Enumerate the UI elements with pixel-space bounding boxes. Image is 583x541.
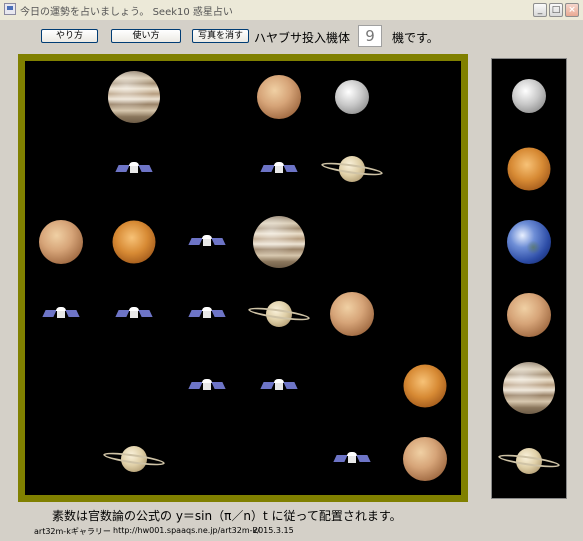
venus-icon	[507, 147, 551, 191]
board-cell[interactable]	[243, 206, 316, 278]
probe-count-suffix: 機です。	[392, 31, 439, 45]
board-cell[interactable]	[98, 206, 171, 278]
board-cell[interactable]	[98, 350, 171, 422]
saturn-icon	[492, 425, 566, 498]
hayabusa-probe-icon	[188, 307, 226, 321]
hayabusa-probe-icon	[115, 307, 153, 321]
earth-icon	[507, 219, 551, 264]
board-cell[interactable]	[25, 350, 98, 422]
hayabusa-probe-icon	[188, 379, 226, 393]
board-cell[interactable]	[170, 278, 243, 350]
board-cell[interactable]	[170, 206, 243, 278]
board-cell[interactable]	[388, 350, 461, 422]
venus-icon	[112, 220, 156, 264]
mars-icon	[402, 436, 447, 481]
hayabusa-probe-icon	[260, 379, 298, 393]
board-cell[interactable]	[316, 133, 389, 205]
mars-icon	[507, 293, 551, 338]
jupiter-icon	[503, 362, 555, 415]
board-cell[interactable]	[25, 278, 98, 350]
board-cell[interactable]	[98, 61, 171, 133]
side-panel-slot[interactable]	[492, 132, 566, 205]
side-panel-slot[interactable]	[492, 425, 566, 498]
board-cell[interactable]	[170, 350, 243, 422]
board-cell[interactable]	[170, 133, 243, 205]
board-cell[interactable]	[243, 61, 316, 133]
saturn-icon	[316, 133, 389, 205]
board-cell[interactable]	[316, 423, 389, 495]
board-cell[interactable]	[388, 133, 461, 205]
planet-side-panel[interactable]	[491, 58, 567, 499]
gallery-credit: art32m-kギャラリー	[34, 527, 111, 536]
mars-icon	[257, 75, 302, 120]
probe-count-field[interactable]: 9	[358, 25, 382, 47]
title-bar: 今日の運勢を占いましょう。 Seek10 惑星占い _ □ ×	[0, 0, 583, 20]
board-cell[interactable]	[388, 61, 461, 133]
hayabusa-probe-icon	[260, 162, 298, 176]
board-cell[interactable]	[170, 61, 243, 133]
close-button[interactable]: ×	[565, 3, 579, 17]
board-cell[interactable]	[388, 206, 461, 278]
saturn-icon	[98, 423, 171, 495]
hayabusa-probe-icon	[115, 162, 153, 176]
hayabusa-probe-icon	[188, 234, 226, 249]
mercury-icon	[334, 80, 369, 115]
app-icon	[4, 3, 16, 15]
hayabusa-probe-icon	[42, 307, 80, 321]
board-cell[interactable]	[25, 61, 98, 133]
board-cell[interactable]	[243, 278, 316, 350]
usage-button[interactable]: 使い方	[111, 29, 181, 43]
maximize-button[interactable]: □	[549, 3, 563, 17]
gallery-url-link[interactable]: http://hw001.spaaqs.ne.jp/art32m-k/	[113, 526, 260, 535]
window-title: 今日の運勢を占いましょう。 Seek10 惑星占い	[20, 7, 233, 18]
board-cell[interactable]	[243, 423, 316, 495]
jupiter-icon	[253, 215, 306, 268]
saturn-icon	[243, 278, 316, 350]
side-panel-slot[interactable]	[492, 279, 566, 352]
board-cell[interactable]	[170, 423, 243, 495]
hayabusa-probe-icon	[333, 451, 371, 466]
mars-icon	[329, 292, 374, 337]
board-cell[interactable]	[316, 206, 389, 278]
board-cell[interactable]	[388, 278, 461, 350]
clear-photos-button[interactable]: 写真を消す	[192, 29, 249, 43]
credit-date: 2015.3.15	[253, 526, 294, 535]
formula-caption: 素数は官数論の公式の y＝sin（π／n）t に従って配置されます。	[52, 509, 402, 523]
board-cell[interactable]	[25, 206, 98, 278]
board-cell[interactable]	[316, 61, 389, 133]
board-cell[interactable]	[316, 278, 389, 350]
howto-button[interactable]: やり方	[41, 29, 98, 43]
board-cell[interactable]	[25, 133, 98, 205]
board-cell[interactable]	[25, 423, 98, 495]
mercury-icon	[512, 78, 546, 113]
side-panel-slot[interactable]	[492, 205, 566, 278]
side-panel-slot[interactable]	[492, 59, 566, 132]
board-cell[interactable]	[243, 133, 316, 205]
planet-board[interactable]	[18, 54, 468, 502]
board-cell[interactable]	[98, 423, 171, 495]
venus-icon	[403, 364, 447, 408]
board-cell[interactable]	[243, 350, 316, 422]
board-cell[interactable]	[388, 423, 461, 495]
board-cell[interactable]	[316, 350, 389, 422]
probe-count-label: ハヤブサ投入機体	[254, 31, 351, 45]
board-cell[interactable]	[98, 278, 171, 350]
board-cell[interactable]	[98, 133, 171, 205]
side-panel-slot[interactable]	[492, 352, 566, 425]
jupiter-icon	[107, 71, 160, 124]
minimize-button[interactable]: _	[533, 3, 547, 17]
mars-icon	[39, 219, 84, 264]
